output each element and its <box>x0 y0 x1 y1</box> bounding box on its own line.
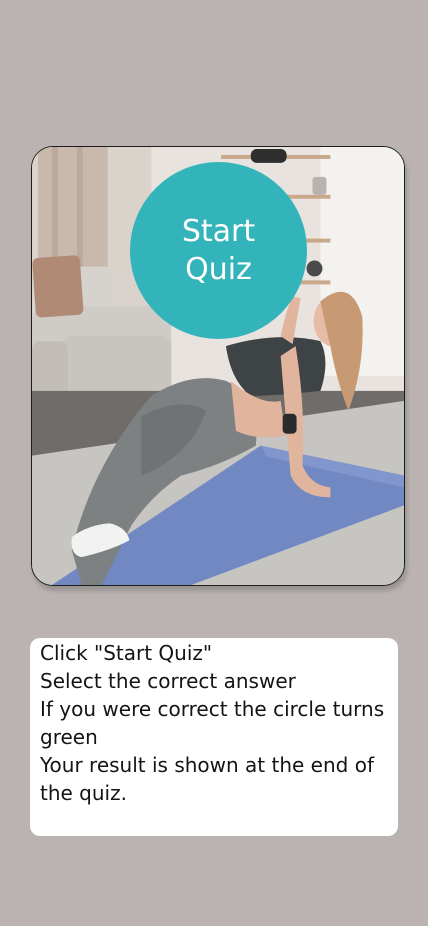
instruction-line: Click "Start Quiz" <box>40 641 213 665</box>
instruction-line: Your result is shown at the end of the q… <box>40 753 374 805</box>
instruction-line: If you were correct the circle turns gre… <box>40 697 385 749</box>
start-quiz-label-line2: Quiz <box>185 251 252 287</box>
start-quiz-button[interactable]: Start Quiz <box>130 162 307 339</box>
instructions-card: Click "Start Quiz" Select the correct an… <box>30 638 398 836</box>
instruction-line: Select the correct answer <box>40 669 296 693</box>
start-quiz-label-line1: Start <box>181 213 256 249</box>
